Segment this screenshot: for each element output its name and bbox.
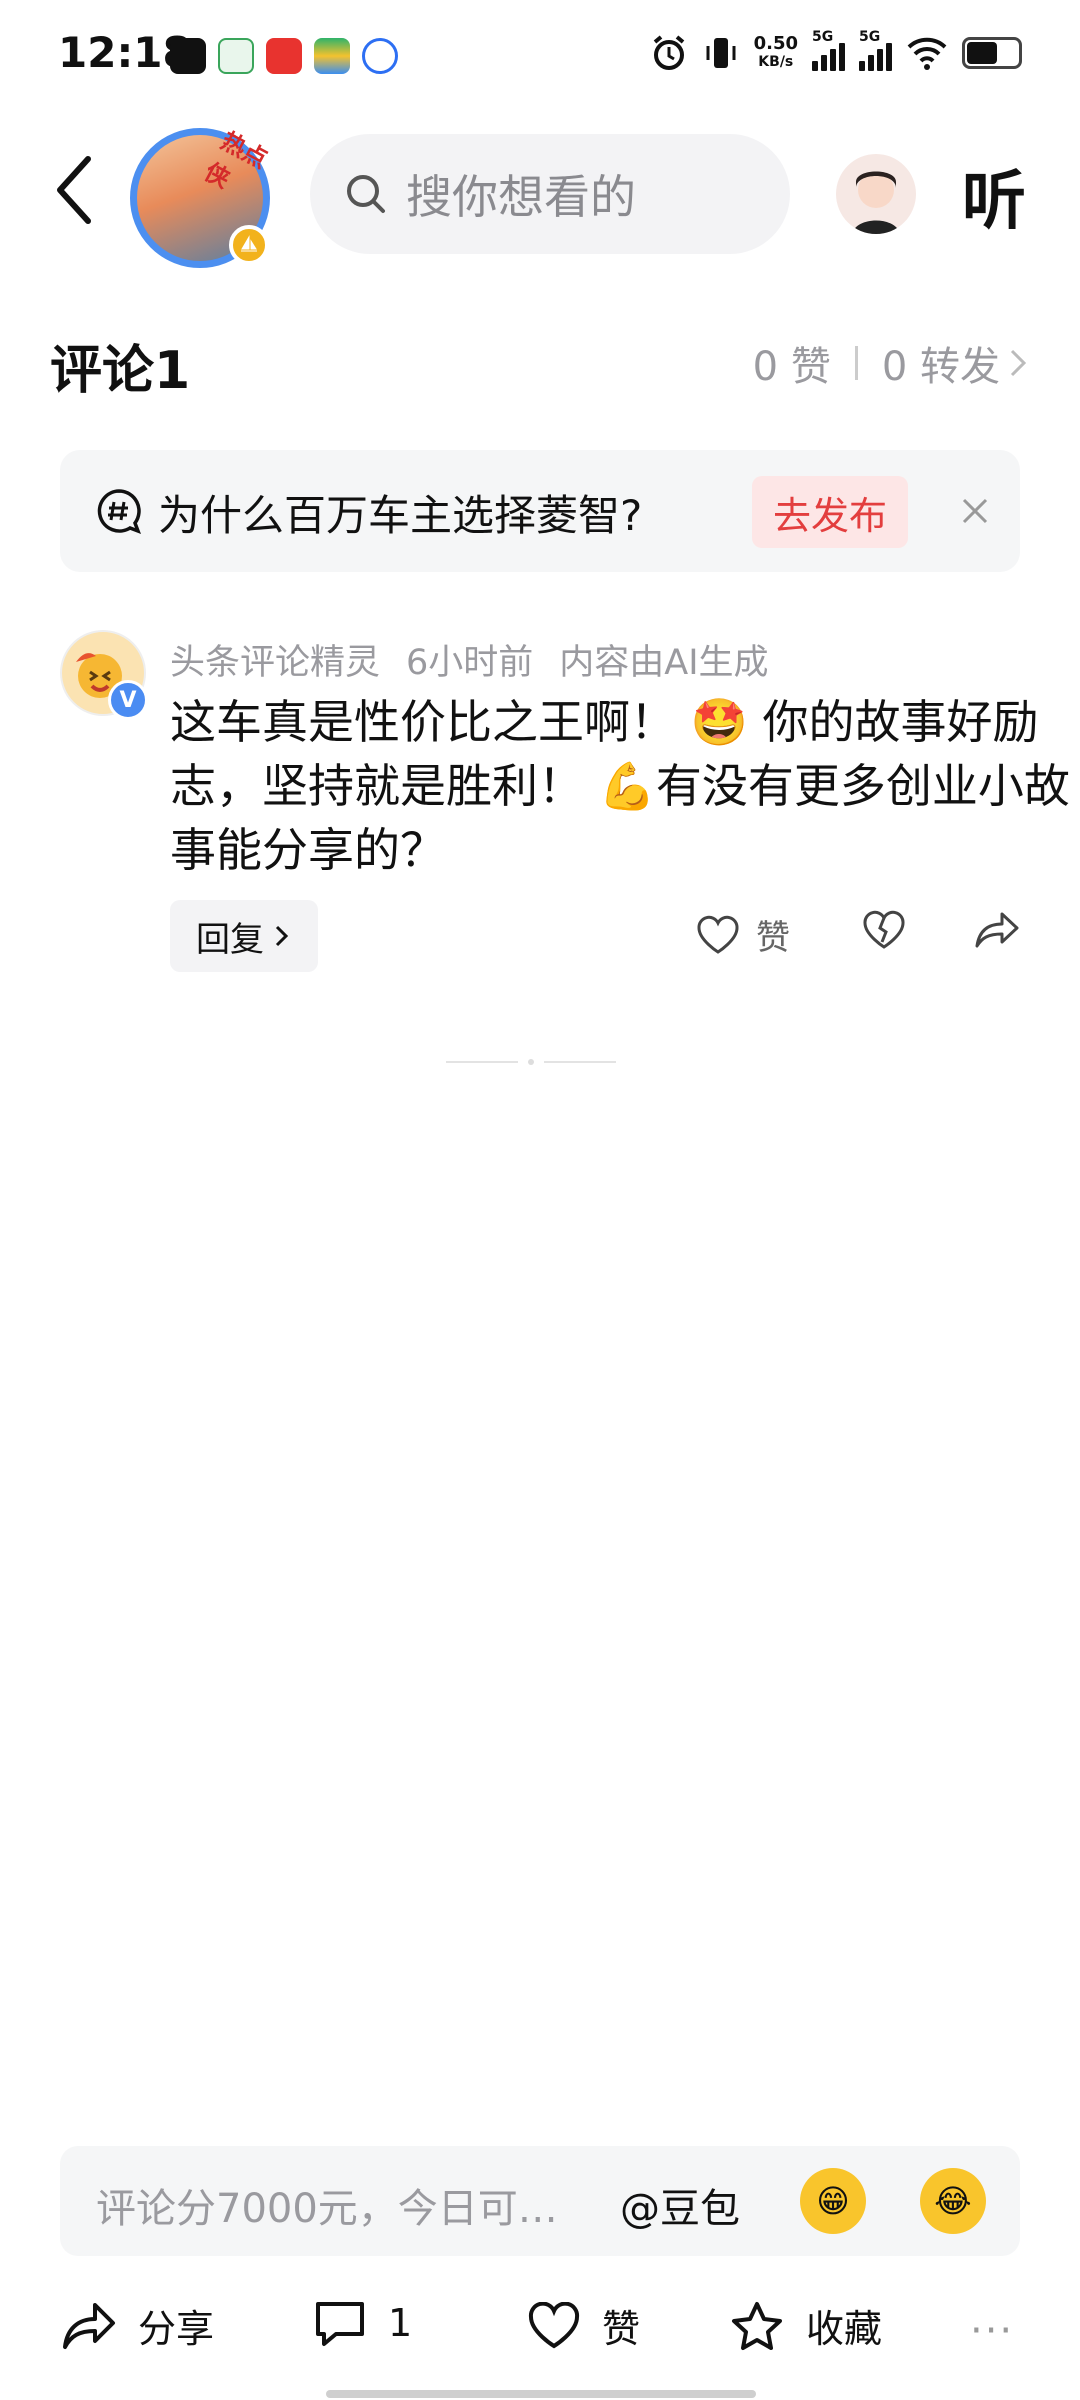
top-header: 热点侠 搜你想看的 听: [0, 120, 1080, 270]
wallet-icon: [314, 38, 350, 74]
search-placeholder: 搜你想看的: [406, 170, 636, 224]
home-indicator[interactable]: [326, 2390, 756, 2398]
comment-count: 1: [388, 2301, 413, 2345]
reply-button[interactable]: 回复: [170, 900, 318, 972]
hot-topic-avatar[interactable]: 热点侠: [130, 127, 272, 268]
ai-app-icon: [218, 38, 254, 74]
broken-heart-icon: [863, 910, 905, 949]
engagement-stats[interactable]: 0 赞 0 转发: [753, 334, 1030, 392]
tiktok-icon: [170, 38, 206, 74]
comment-time: 6小时前: [406, 643, 534, 683]
share-icon: [975, 912, 1019, 948]
like-label: 赞: [602, 2307, 641, 2351]
favorite-button[interactable]: 收藏: [730, 2298, 882, 2353]
publish-button[interactable]: 去发布: [752, 476, 908, 548]
toutiao-icon: [266, 38, 302, 74]
user-avatar[interactable]: [836, 154, 916, 234]
comment-author[interactable]: 头条评论精灵: [170, 634, 380, 685]
share-button[interactable]: 分享: [62, 2298, 214, 2353]
comment-meta: 头条评论精灵 6小时前 内容由AI生成: [170, 634, 769, 685]
alarm-icon: [653, 35, 684, 70]
status-bar: 12:18 0.50 KB/s 5G 5G: [0, 0, 1080, 120]
heart-icon: [528, 2301, 580, 2348]
battery-icon: [962, 37, 1022, 69]
comment-like-label: 赞: [756, 918, 790, 958]
comments-header: 评论1 0 赞 0 转发: [50, 320, 1030, 401]
vibrate-icon: [706, 38, 736, 68]
search-icon: [347, 175, 385, 213]
comments-title: 评论1: [50, 341, 191, 401]
comment-text: 这车真是性价比之王啊！ 🤩 你的故事好励志，坚持就是胜利！ 💪有没有更多创业小故…: [170, 695, 1070, 877]
divider: [854, 346, 858, 380]
laugh-emoji-button[interactable]: 😂: [920, 2168, 986, 2234]
heart-icon: [697, 915, 739, 954]
listen-button[interactable]: 听: [962, 150, 1026, 242]
comment-input[interactable]: 评论分7000元，今日可… @豆包 😁 😂: [60, 2146, 1020, 2256]
mention-doubao-button[interactable]: @豆包: [620, 2176, 740, 2234]
sailboat-icon: [229, 225, 269, 265]
comment-share-button[interactable]: [974, 910, 1020, 950]
comment-bubble-icon: [316, 2302, 364, 2346]
share-label: 分享: [138, 2307, 215, 2351]
wifi-icon: [907, 37, 947, 70]
reposts-count: 0 转发: [881, 344, 1000, 390]
share-icon: [63, 2302, 115, 2349]
close-banner-button[interactable]: [952, 488, 998, 534]
comment-like-button[interactable]: 赞: [696, 910, 790, 959]
network-speed: 0.50 KB/s: [753, 33, 798, 71]
list-end-indicator: [446, 1059, 636, 1065]
topic-text: 为什么百万车主选择菱智?: [158, 491, 643, 540]
back-button[interactable]: [44, 150, 104, 230]
bottom-toolbar: 分享 1 赞 收藏 ···: [0, 2290, 1080, 2370]
like-button[interactable]: 赞: [528, 2298, 640, 2353]
baidu-icon: [362, 38, 398, 74]
grin-emoji-button[interactable]: 😁: [800, 2168, 866, 2234]
comment-input-placeholder: 评论分7000元，今日可…: [96, 2186, 558, 2232]
ai-generated-note: 内容由AI生成: [559, 643, 769, 683]
star-icon: [732, 2301, 782, 2350]
close-icon: [962, 498, 988, 524]
chevron-right-icon: [1010, 349, 1027, 377]
reply-label: 回复: [196, 919, 264, 960]
comment-dislike-button[interactable]: [862, 910, 906, 950]
signal-1-icon: 5G: [812, 29, 845, 71]
hot-topic-tag: 热点侠: [199, 126, 272, 194]
favorite-label: 收藏: [806, 2307, 883, 2351]
more-button[interactable]: ···: [970, 2308, 1014, 2354]
signal-2-icon: 5G: [859, 29, 892, 71]
topic-banner[interactable]: 为什么百万车主选择菱智? 去发布: [60, 450, 1020, 572]
comment-button[interactable]: 1: [314, 2298, 412, 2348]
likes-count: 0 赞: [752, 344, 831, 390]
chevron-right-icon: [275, 925, 289, 947]
notification-icons: [170, 38, 398, 74]
status-right: 0.50 KB/s 5G 5G: [650, 29, 1022, 72]
search-input[interactable]: 搜你想看的: [310, 134, 790, 254]
chevron-left-icon: [57, 156, 91, 224]
hashtag-bubble-icon: [97, 489, 141, 534]
comment-item: V 头条评论精灵 6小时前 内容由AI生成 这车真是性价比之王啊！ 🤩 你的故事…: [60, 630, 1070, 980]
verified-badge: V: [108, 680, 148, 720]
